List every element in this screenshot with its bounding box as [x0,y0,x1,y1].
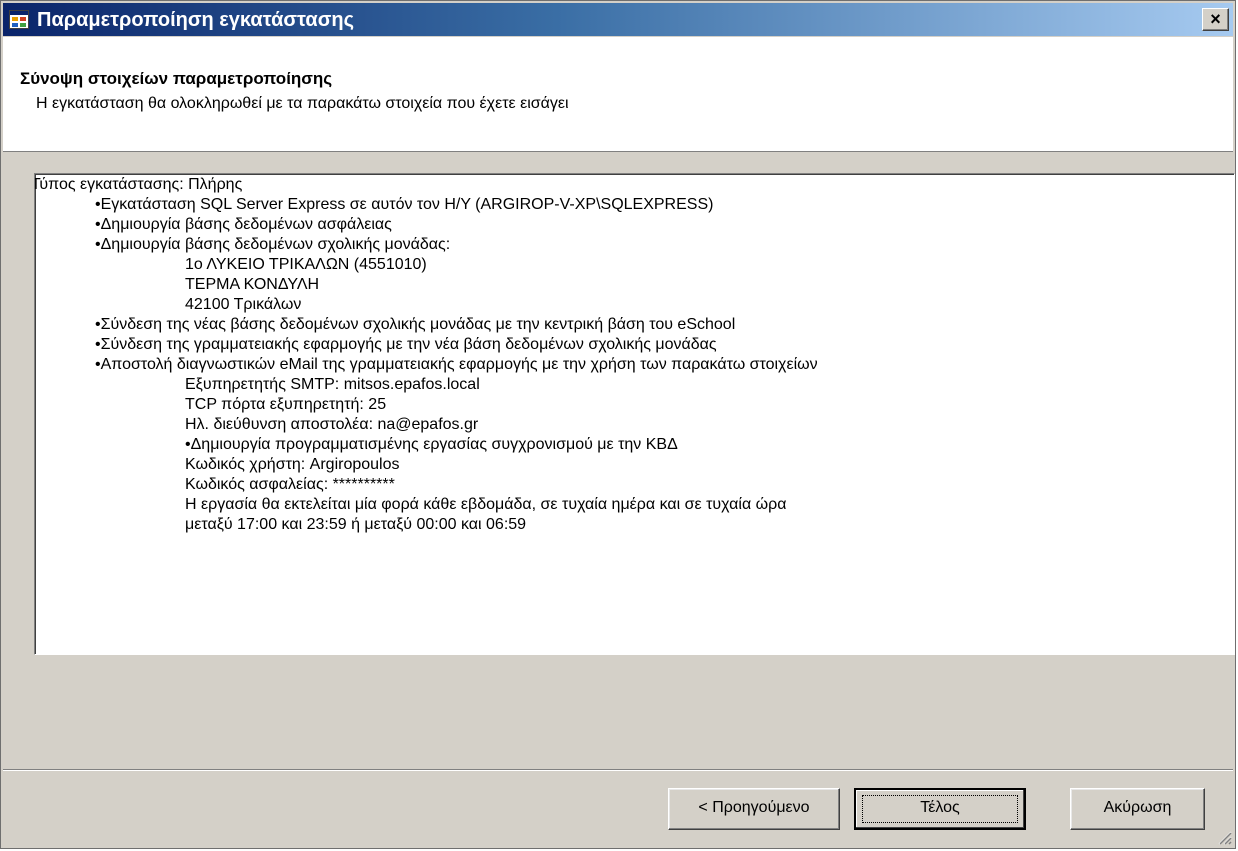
resize-grip-icon[interactable] [1216,829,1232,845]
summary-line: 1ο ΛΥΚΕΙΟ ΤΡΙΚΑΛΩΝ (4551010) [185,256,427,273]
summary-textbox[interactable]: Τύπος εγκατάστασης: Πλήρης •Εγκατάσταση … [34,173,1235,655]
summary-line: ΤΕΡΜΑ ΚΟΝΔΥΛΗ [185,276,320,293]
finish-button-label: Τέλος [920,799,960,816]
summary-line: Κωδικός ασφαλείας: ********** [185,476,395,493]
cancel-button[interactable]: Ακύρωση [1070,788,1205,830]
page-subtitle: Η εγκατάσταση θα ολοκληρωθεί με τα παρακ… [36,95,569,112]
summary-line: Η εργασία θα εκτελείται μία φορά κάθε εβ… [185,496,787,513]
summary-line: •Σύνδεση της νέας βάσης δεδομένων σχολικ… [95,316,736,333]
summary-line: μεταξύ 17:00 και 23:59 ή μεταξύ 00:00 κα… [185,516,527,533]
setup-dialog: Παραμετροποίηση εγκατάστασης × Σύνοψη στ… [0,0,1236,849]
summary-line: •Εγκατάσταση SQL Server Express σε αυτόν… [95,196,714,213]
page-title: Σύνοψη στοιχείων παραμετροποίησης [20,69,333,88]
cancel-button-label: Ακύρωση [1103,799,1172,816]
summary-line: 42100 Τρικάλων [185,296,302,313]
summary-line: Ηλ. διεύθυνση αποστολέα: na@epafos.gr [185,416,479,433]
back-button-label: < Προηγούμενο [698,799,810,816]
summary-line: •Δημιουργία προγραμματισμένης εργασίας σ… [185,436,678,453]
summary-line: •Αποστολή διαγνωστικών eMail της γραμματ… [95,356,818,373]
app-window-icon [9,10,29,29]
header-panel: Σύνοψη στοιχείων παραμετροποίησης Η εγκα… [3,37,1233,152]
summary-line: TCP πόρτα εξυπηρετητή: 25 [185,396,387,413]
summary-line: Τύπος εγκατάστασης: Πλήρης [34,176,243,193]
summary-line: •Δημιουργία βάσης δεδομένων ασφάλειας [95,216,392,233]
title-bar[interactable]: Παραμετροποίηση εγκατάστασης × [3,3,1233,36]
summary-line: Εξυπηρετητής SMTP: mitsos.epafos.local [185,376,480,393]
summary-line: •Σύνδεση της γραμματειακής εφαρμογής με … [95,336,717,353]
back-button[interactable]: < Προηγούμενο [668,788,840,830]
finish-button[interactable]: Τέλος [854,788,1026,830]
summary-line: •Δημιουργία βάσης δεδομένων σχολικής μον… [95,236,451,253]
close-button[interactable]: × [1202,8,1229,31]
button-separator [3,769,1233,771]
summary-line: Κωδικός χρήστη: Argiropoulos [185,456,400,473]
window-title: Παραμετροποίηση εγκατάστασης [37,9,355,31]
close-icon: × [1210,9,1221,29]
